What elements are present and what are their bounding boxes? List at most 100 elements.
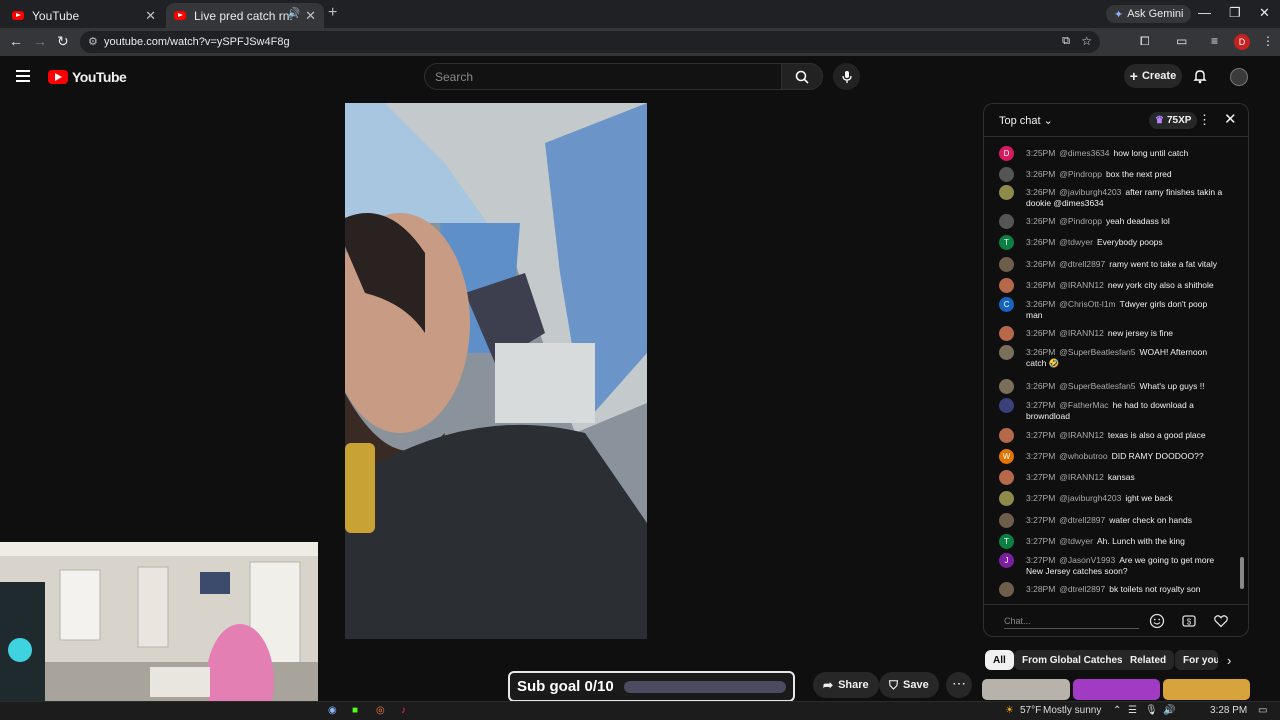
- chat-input[interactable]: [1004, 613, 1139, 629]
- close-tab-icon[interactable]: ✕: [305, 8, 316, 24]
- app-taskbar-icon[interactable]: ◎: [376, 705, 385, 716]
- chip-related[interactable]: Related: [1122, 650, 1175, 670]
- new-tab-icon[interactable]: +: [328, 4, 337, 22]
- chat-user-avatar[interactable]: D: [999, 146, 1014, 161]
- xp-badge[interactable]: ♛ 75XP: [1149, 112, 1198, 129]
- split-view-icon[interactable]: ▭: [1176, 34, 1187, 48]
- show-hidden-icons-icon[interactable]: ⌃: [1113, 705, 1121, 716]
- youtube-logo[interactable]: YouTube: [48, 69, 127, 85]
- network-icon[interactable]: ☰: [1128, 705, 1137, 716]
- video-thumbnail[interactable]: [1073, 679, 1160, 700]
- search-input[interactable]: Search: [424, 63, 782, 90]
- chat-username[interactable]: @dtrell2897: [1059, 259, 1105, 269]
- chat-username[interactable]: @SuperBeatlesfan5: [1059, 381, 1135, 391]
- chip-all[interactable]: All: [985, 650, 1014, 670]
- chat-scrollbar[interactable]: [1240, 557, 1244, 589]
- forward-icon[interactable]: →: [33, 33, 47, 49]
- kick-taskbar-icon[interactable]: ■: [352, 705, 358, 716]
- emoji-icon[interactable]: [1149, 613, 1165, 629]
- speaker-icon[interactable]: 🔊: [288, 8, 300, 19]
- chat-user-avatar[interactable]: [999, 428, 1014, 443]
- hamburger-menu-icon[interactable]: [16, 70, 30, 85]
- chat-username[interactable]: @whobutroo: [1059, 451, 1107, 461]
- back-icon[interactable]: ←: [9, 33, 23, 49]
- close-chat-icon[interactable]: ✕: [1224, 110, 1237, 128]
- chip-for-you[interactable]: For you: [1175, 650, 1218, 670]
- chat-user-avatar[interactable]: [999, 582, 1014, 597]
- chat-options-icon[interactable]: ⋮: [1198, 112, 1211, 128]
- more-actions-icon[interactable]: ⋯: [946, 672, 972, 698]
- close-tab-icon[interactable]: ✕: [145, 8, 156, 24]
- chat-mode-dropdown[interactable]: Top chat ⌄: [999, 114, 1053, 127]
- chat-username[interactable]: @javiburgh4203: [1059, 187, 1121, 197]
- video-thumbnail[interactable]: [1163, 679, 1250, 700]
- tiktok-taskbar-icon[interactable]: ♪: [401, 705, 406, 716]
- video-player[interactable]: [345, 103, 647, 639]
- chat-username[interactable]: @dtrell2897: [1059, 515, 1105, 525]
- chat-username[interactable]: @IRANN12: [1059, 328, 1104, 338]
- share-button[interactable]: ➦ Share: [813, 672, 879, 698]
- chat-user-avatar[interactable]: [999, 278, 1014, 293]
- chat-username[interactable]: @Pindropp: [1059, 216, 1102, 226]
- chat-user-avatar[interactable]: [999, 214, 1014, 229]
- chrome-taskbar-icon[interactable]: ◉: [328, 705, 337, 716]
- chat-username[interactable]: @ChrisOtt-l1m: [1059, 299, 1115, 309]
- create-button[interactable]: + Create: [1124, 64, 1182, 88]
- chat-user-avatar[interactable]: [999, 513, 1014, 528]
- save-button[interactable]: ⛉ Save: [879, 672, 939, 698]
- chat-username[interactable]: @IRANN12: [1059, 280, 1104, 290]
- chat-user-avatar[interactable]: [999, 185, 1014, 200]
- ask-gemini-button[interactable]: ✦ Ask Gemini: [1106, 5, 1192, 23]
- profile-avatar[interactable]: D: [1234, 34, 1250, 50]
- search-button[interactable]: [781, 63, 823, 90]
- chat-user-avatar[interactable]: [999, 491, 1014, 506]
- speaker-tray-icon[interactable]: 🔊: [1163, 705, 1175, 716]
- restore-icon[interactable]: ❐: [1229, 5, 1241, 21]
- video-thumbnail[interactable]: [982, 679, 1070, 700]
- chat-user-avatar[interactable]: J: [999, 553, 1014, 568]
- site-info-icon[interactable]: ⚙: [88, 35, 98, 48]
- super-chat-icon[interactable]: $: [1181, 613, 1197, 629]
- chat-username[interactable]: @Pindropp: [1059, 169, 1102, 179]
- chat-user-avatar[interactable]: [999, 379, 1014, 394]
- reload-icon[interactable]: ↻: [57, 33, 69, 50]
- chat-user-avatar[interactable]: T: [999, 534, 1014, 549]
- heart-icon[interactable]: [1213, 613, 1229, 629]
- chat-user-avatar[interactable]: [999, 326, 1014, 341]
- chat-username[interactable]: @dtrell2897: [1059, 584, 1105, 594]
- chat-user-avatar[interactable]: W: [999, 449, 1014, 464]
- notifications-icon[interactable]: ▭: [1258, 705, 1267, 716]
- chat-username[interactable]: @JasonV1993: [1059, 555, 1115, 565]
- chat-username[interactable]: @dimes3634: [1059, 148, 1109, 158]
- chat-user-avatar[interactable]: T: [999, 235, 1014, 250]
- minimize-icon[interactable]: —: [1198, 5, 1211, 20]
- chat-user-avatar[interactable]: [999, 345, 1014, 360]
- microphone-tray-icon[interactable]: 🎙: [1145, 705, 1158, 716]
- bookmark-star-icon[interactable]: ☆: [1081, 34, 1092, 48]
- notifications-bell-icon[interactable]: [1192, 68, 1208, 89]
- media-controls-icon[interactable]: ≡: [1211, 34, 1218, 48]
- voice-search-button[interactable]: [833, 63, 860, 90]
- chip-from-global-catches[interactable]: From Global Catches: [1014, 650, 1131, 670]
- chat-user-avatar[interactable]: [999, 167, 1014, 182]
- chat-username[interactable]: @tdwyer: [1059, 237, 1093, 247]
- chat-user-avatar[interactable]: C: [999, 297, 1014, 312]
- chat-username[interactable]: @IRANN12: [1059, 430, 1104, 440]
- clock-time[interactable]: 3:28 PM: [1210, 705, 1247, 716]
- browser-menu-icon[interactable]: ⋮: [1262, 34, 1274, 48]
- browser-tab-youtube[interactable]: YouTube ✕: [4, 3, 164, 28]
- browser-tab-live[interactable]: Live pred catch rn! - YouTub 🔊 ✕: [166, 3, 324, 28]
- chat-username[interactable]: @SuperBeatlesfan5: [1059, 347, 1135, 357]
- chat-username[interactable]: @FatherMac: [1059, 400, 1108, 410]
- account-avatar[interactable]: [1230, 68, 1248, 86]
- chat-username[interactable]: @tdwyer: [1059, 536, 1093, 546]
- address-bar[interactable]: ⚙ youtube.com/watch?v=ySPFJSw4F8g ⧉ ☆: [80, 31, 1100, 53]
- install-app-icon[interactable]: ⧉: [1062, 35, 1070, 48]
- chat-user-avatar[interactable]: [999, 470, 1014, 485]
- chat-username[interactable]: @javiburgh4203: [1059, 493, 1121, 503]
- extensions-icon[interactable]: ⧠: [1140, 34, 1150, 49]
- window-close-icon[interactable]: ✕: [1259, 5, 1270, 21]
- chat-user-avatar[interactable]: [999, 398, 1014, 413]
- chat-username[interactable]: @IRANN12: [1059, 472, 1104, 482]
- chat-user-avatar[interactable]: [999, 257, 1014, 272]
